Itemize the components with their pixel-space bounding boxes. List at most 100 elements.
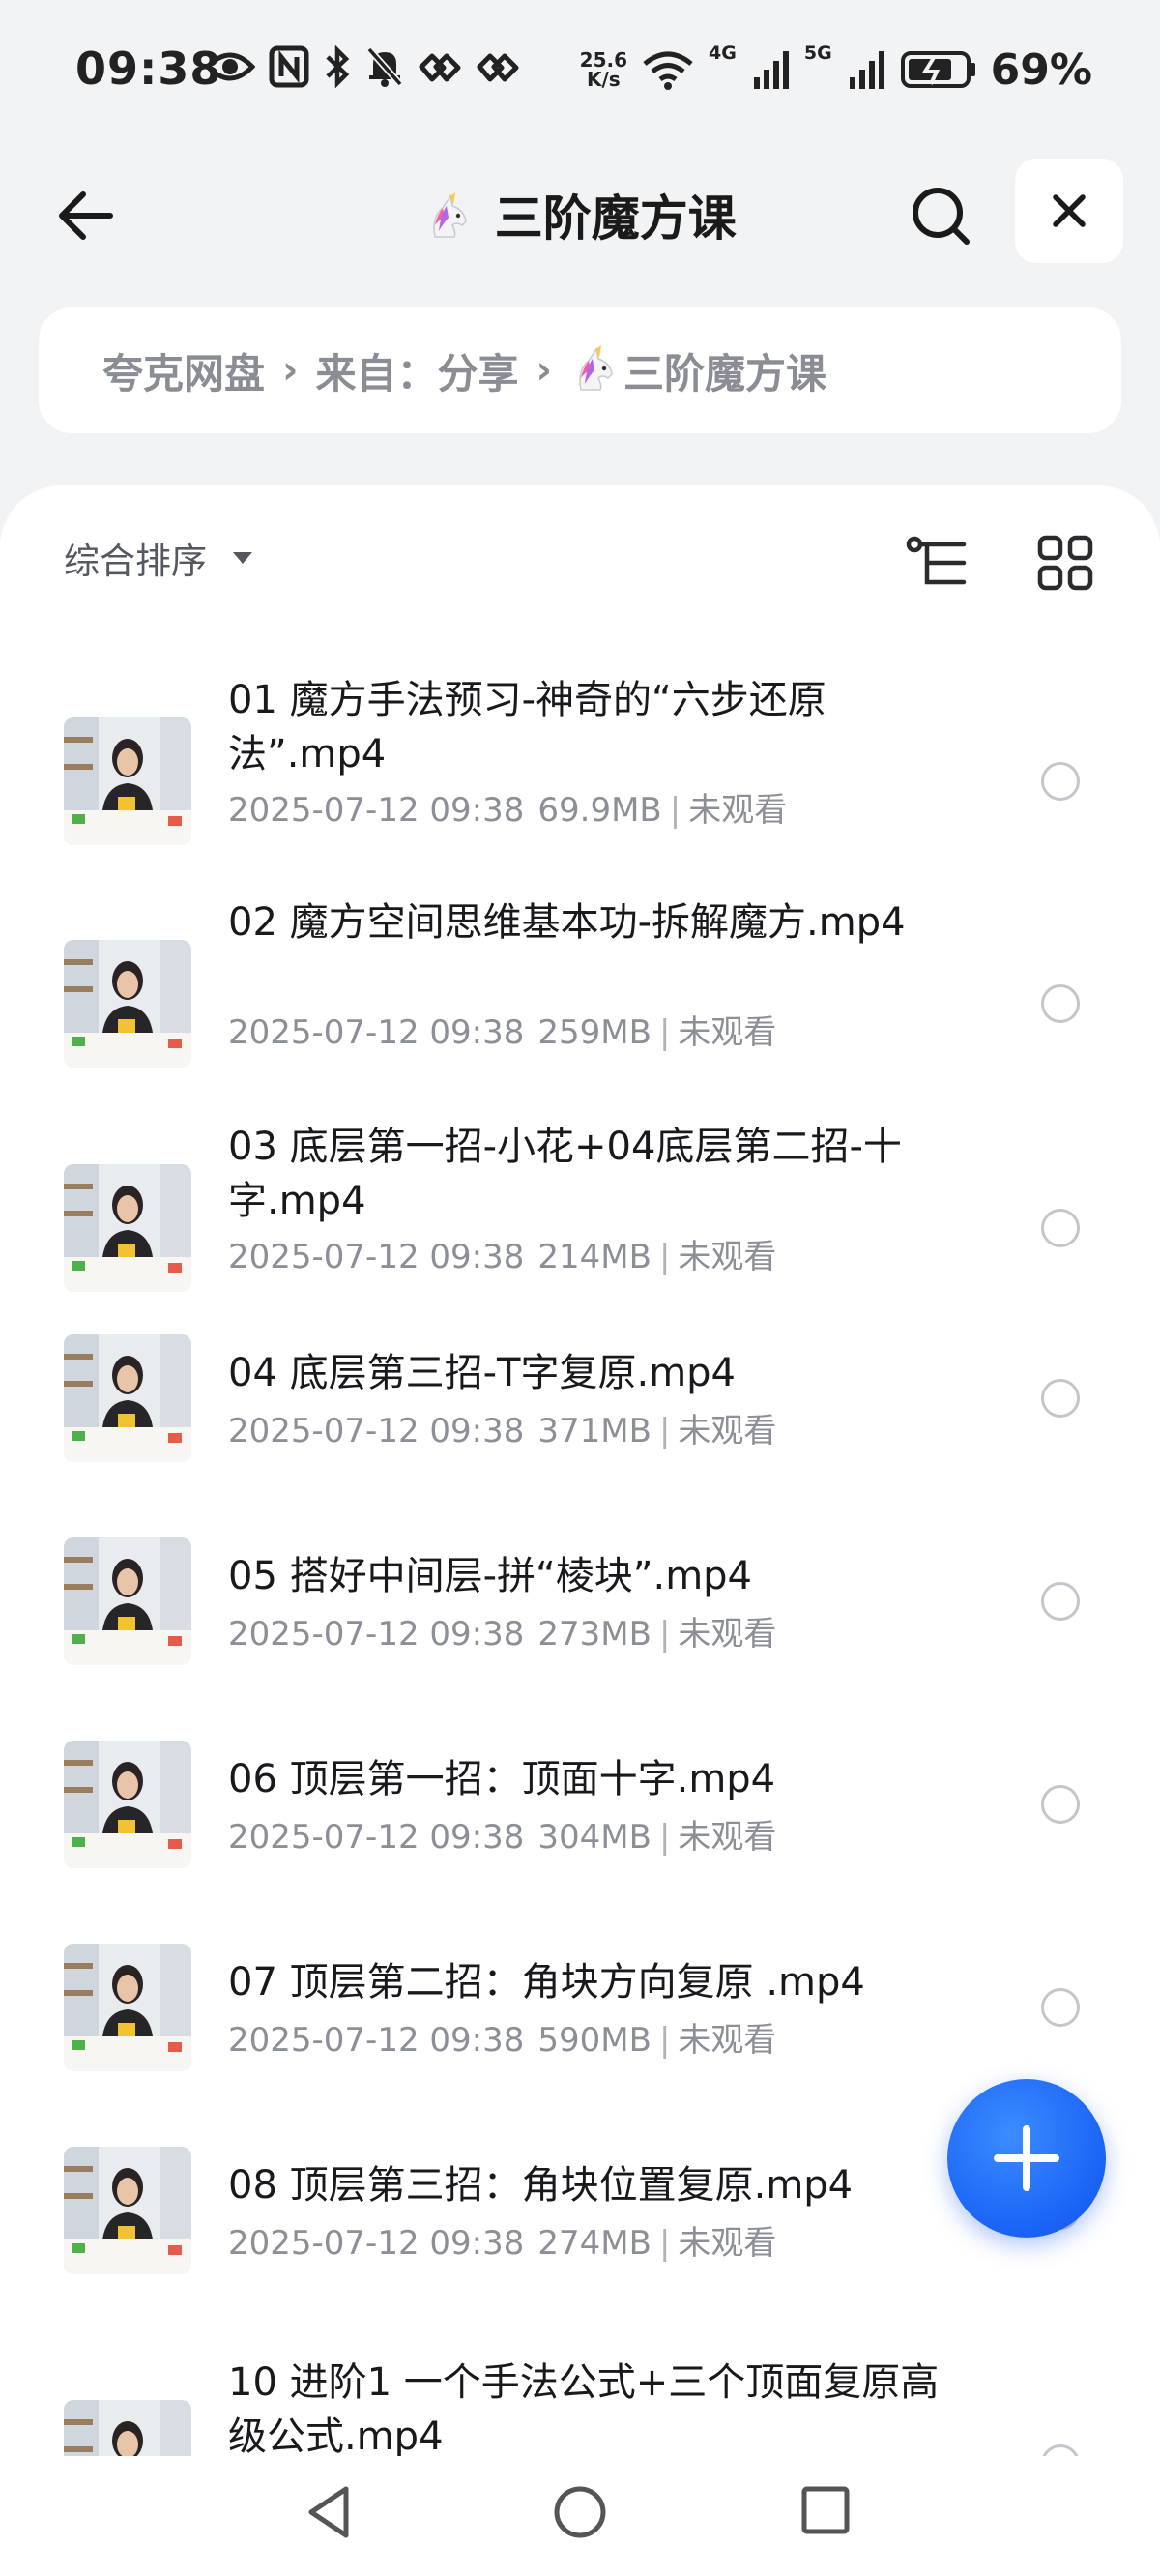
- file-name: 02 魔方空间思维基本功-拆解魔方.mp4: [228, 900, 906, 945]
- square-recents-icon: [801, 2486, 850, 2534]
- video-preview-icon: [64, 940, 191, 1068]
- breadcrumb-item-share[interactable]: 来自：分享: [316, 341, 519, 400]
- video-preview-icon: [64, 2147, 191, 2274]
- meta-divider: |: [658, 1818, 671, 1857]
- screen: 09:38 25.6 K/s 4G 5G 69% 三阶魔方课 夸克网盘 › 来自…: [0, 0, 1160, 2576]
- breadcrumb: 夸克网盘 › 来自：分享 › 三阶魔方课: [39, 307, 1121, 433]
- file-name: 10 进阶1 一个手法公式+三个顶面复原高级公式.mp4: [228, 2360, 940, 2459]
- grid-view-button[interactable]: [1027, 524, 1104, 601]
- select-checkbox[interactable]: [1041, 1785, 1080, 1824]
- circle-home-icon: [554, 2486, 606, 2538]
- close-button[interactable]: [1015, 159, 1123, 263]
- meta-divider: |: [658, 2021, 671, 2060]
- caret-down-icon: [233, 552, 252, 564]
- video-thumbnail: [64, 1944, 191, 2071]
- meta-divider: |: [658, 1013, 671, 1052]
- file-size: 273MB: [537, 1615, 652, 1654]
- file-name: 06 顶层第一招：顶面十字.mp4: [228, 1757, 776, 1801]
- system-nav-bar: [0, 2456, 1160, 2576]
- file-meta: 2025-07-12 09:38 259MB | 未观看: [228, 1006, 943, 1053]
- triangle-back-icon: [308, 2486, 349, 2538]
- select-checkbox[interactable]: [1041, 984, 1080, 1023]
- file-row[interactable]: 10 进阶1 一个手法公式+三个顶面复原高级公式.mp4: [0, 2352, 1160, 2468]
- file-meta: 2025-07-12 09:38 590MB | 未观看: [228, 2013, 943, 2061]
- bell-off-icon: [366, 46, 403, 87]
- page-title: 三阶魔方课: [0, 180, 1160, 249]
- meta-divider: |: [658, 1412, 671, 1450]
- file-name: 05 搭好中间层-拼“棱块”.mp4: [228, 1554, 753, 1598]
- network-speed-unit: K/s: [586, 68, 621, 91]
- file-meta: 2025-07-12 09:38 273MB | 未观看: [228, 1607, 943, 1654]
- nav-recents-button[interactable]: [798, 2483, 853, 2541]
- search-button[interactable]: [899, 174, 982, 257]
- select-checkbox[interactable]: [1041, 1988, 1080, 2027]
- file-size: 304MB: [537, 1818, 652, 1857]
- file-size: 371MB: [537, 1412, 652, 1450]
- file-name: 01 魔方手法预习-神奇的“六步还原法”.mp4: [228, 678, 826, 776]
- app-icon: [419, 53, 461, 82]
- watch-status: 未观看: [678, 2021, 777, 2060]
- file-size: 69.9MB: [537, 791, 662, 830]
- battery-percent: 69%: [990, 44, 1092, 95]
- watch-status: 未观看: [678, 2224, 777, 2263]
- file-name: 08 顶层第三招：角块位置复原.mp4: [228, 2163, 854, 2208]
- video-thumbnail: [64, 717, 191, 845]
- file-size: 259MB: [537, 1013, 652, 1052]
- file-row[interactable]: 01 魔方手法预习-神奇的“六步还原法”.mp4 2025-07-12 09:38…: [0, 669, 1160, 863]
- search-icon: [913, 188, 970, 245]
- file-date: 2025-07-12 09:38: [228, 1238, 525, 1276]
- signal1-label: 4G: [709, 43, 737, 64]
- nfc-icon: [269, 45, 309, 88]
- file-date: 2025-07-12 09:38: [228, 1013, 525, 1052]
- grid-icon: [1037, 535, 1093, 591]
- file-date: 2025-07-12 09:38: [228, 1412, 525, 1450]
- file-row[interactable]: 05 搭好中间层-拼“棱块”.mp4 2025-07-12 09:38 273MB |…: [0, 1534, 1160, 1727]
- watch-status: 未观看: [688, 791, 788, 830]
- header: 三阶魔方课: [0, 145, 1160, 280]
- video-preview-icon: [64, 1741, 191, 1868]
- file-date: 2025-07-12 09:38: [228, 1818, 525, 1857]
- page-title-text: 三阶魔方课: [494, 190, 737, 247]
- breadcrumb-item-root[interactable]: 夸克网盘: [102, 341, 265, 400]
- file-row[interactable]: 06 顶层第一招：顶面十字.mp4 2025-07-12 09:38 304MB | 未…: [0, 1737, 1160, 1930]
- add-button[interactable]: [947, 2079, 1106, 2238]
- watch-status: 未观看: [678, 1615, 777, 1654]
- file-meta: 2025-07-12 09:38 274MB | 未观看: [228, 2216, 943, 2264]
- watch-status: 未观看: [678, 1238, 777, 1276]
- file-row[interactable]: 02 魔方空间思维基本功-拆解魔方.mp4 2025-07-12 09:38 259…: [0, 892, 1160, 1085]
- status-right: 25.6 K/s 4G 5G 69%: [580, 43, 1092, 97]
- nav-home-button[interactable]: [551, 2483, 609, 2545]
- select-checkbox[interactable]: [1041, 1209, 1080, 1247]
- select-checkbox[interactable]: [1041, 1582, 1080, 1621]
- meta-divider: |: [658, 2224, 671, 2263]
- video-preview-icon: [64, 717, 191, 845]
- tree-view-button[interactable]: [899, 524, 976, 601]
- video-thumbnail: [64, 1537, 191, 1665]
- file-date: 2025-07-12 09:38: [228, 1615, 525, 1654]
- video-thumbnail: [64, 2147, 191, 2274]
- meta-divider: |: [669, 791, 682, 830]
- bluetooth-icon: [326, 45, 350, 88]
- file-size: 590MB: [537, 2021, 652, 2060]
- wifi-icon: [643, 51, 693, 90]
- battery-icon: [900, 51, 975, 88]
- breadcrumb-item-current: 三阶魔方课: [569, 341, 826, 400]
- file-name: 04 底层第三招-T字复原.mp4: [228, 1351, 736, 1395]
- nav-back-button[interactable]: [304, 2483, 358, 2545]
- sort-dropdown[interactable]: 综合排序: [64, 532, 253, 584]
- select-checkbox[interactable]: [1041, 762, 1080, 801]
- watch-status: 未观看: [678, 1818, 777, 1857]
- toolbar: 综合排序: [0, 485, 1160, 640]
- video-thumbnail: [64, 1741, 191, 1868]
- chevron-right-icon: ›: [282, 348, 299, 393]
- file-row[interactable]: 04 底层第三招-T字复原.mp4 2025-07-12 09:38 371MB | 未…: [0, 1331, 1160, 1524]
- file-row[interactable]: 03 底层第一招-小花+04底层第二招-十字.mp4 2025-07-12 09:…: [0, 1116, 1160, 1309]
- file-date: 2025-07-12 09:38: [228, 2224, 525, 2263]
- video-preview-icon: [64, 1537, 191, 1665]
- meta-divider: |: [658, 1238, 671, 1276]
- video-thumbnail: [64, 1164, 191, 1292]
- file-size: 214MB: [537, 1238, 652, 1276]
- file-size: 274MB: [537, 2224, 652, 2263]
- select-checkbox[interactable]: [1041, 1379, 1080, 1418]
- video-preview-icon: [64, 1334, 191, 1462]
